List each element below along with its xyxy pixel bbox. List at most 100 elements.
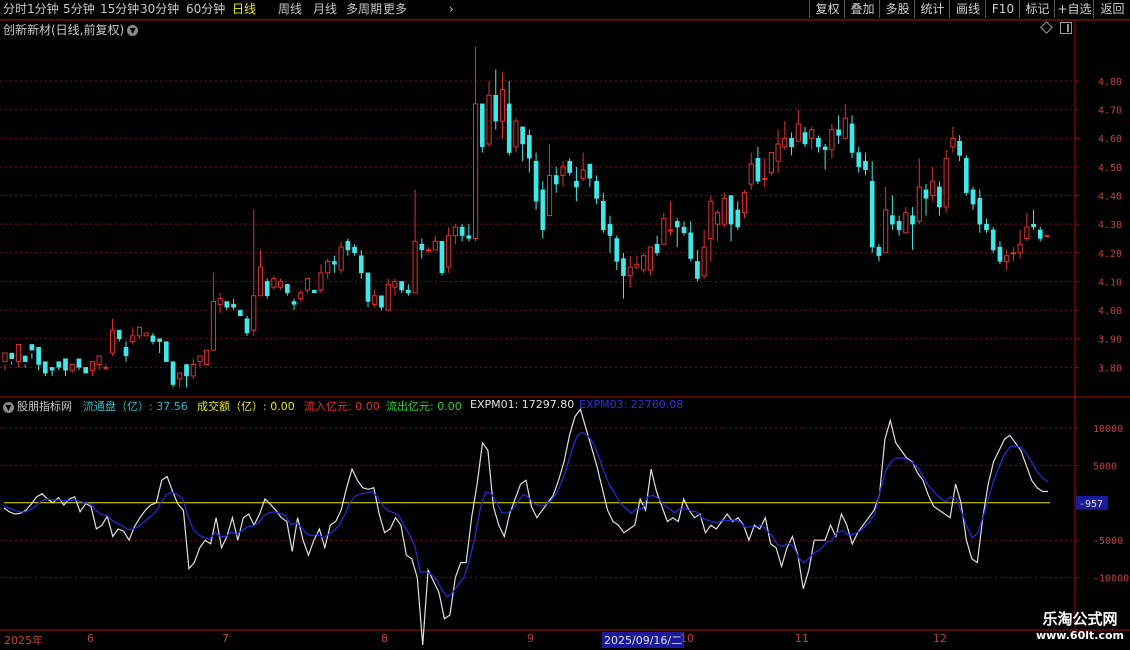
candle-body-up xyxy=(69,363,75,371)
candle-body-up xyxy=(667,229,674,232)
candle-body-down xyxy=(479,103,485,148)
candle-body-down xyxy=(997,246,1003,262)
candle-body-up xyxy=(318,272,324,291)
candle-body-down xyxy=(36,347,41,365)
indicator-item-0: 流通盘（亿）: 37.56 xyxy=(83,400,188,413)
candle-body-down xyxy=(76,358,82,368)
candle-body-down xyxy=(231,304,236,308)
candle-body-up xyxy=(641,255,647,271)
candle-body-down xyxy=(735,209,741,228)
candle-body-up xyxy=(715,212,721,225)
date-label-6: 10 xyxy=(680,632,694,645)
date-label-7: 11 xyxy=(795,632,809,645)
candle-body-down xyxy=(849,123,855,153)
candle-body-up xyxy=(883,209,889,254)
candle-body-up xyxy=(842,117,848,139)
candle-body-up xyxy=(809,129,815,139)
candle-body-down xyxy=(224,301,230,308)
candle-body-down xyxy=(654,243,660,254)
candle-body-up xyxy=(1044,235,1050,238)
date-label-8: 12 xyxy=(933,632,947,645)
candle-body-down xyxy=(311,289,317,294)
candle-body-down xyxy=(237,309,243,317)
candle-body-up xyxy=(190,363,196,377)
candle-body-up xyxy=(741,192,748,214)
candle-body-up xyxy=(546,174,553,217)
indicator-tick-label: -10000 xyxy=(1093,574,1129,585)
candle-body-up xyxy=(89,361,95,371)
candle-body-down xyxy=(681,226,687,234)
candle-body-down xyxy=(674,221,680,228)
candle-body-down xyxy=(399,281,404,291)
candle-body-up xyxy=(278,280,284,288)
candle-body-down xyxy=(466,235,472,239)
indicator-title[interactable]: ▼ 股朋指标网 xyxy=(3,398,72,414)
candle-body-down xyxy=(22,355,28,362)
candle-body-up xyxy=(627,266,633,277)
candle-body-down xyxy=(876,246,882,256)
candle-body-down xyxy=(150,335,156,342)
candle-body-up xyxy=(338,246,344,271)
candle-body-down xyxy=(520,126,525,145)
candle-body-up xyxy=(2,352,8,363)
chevron-down-icon[interactable]: ▼ xyxy=(3,401,14,413)
candle-body-up xyxy=(762,177,768,180)
candle-body-down xyxy=(244,318,250,334)
candle-body-up xyxy=(446,235,452,268)
candle-body-down xyxy=(345,241,351,251)
current-value-label: -957 xyxy=(1079,499,1103,510)
candle-body-down xyxy=(816,137,821,148)
candle-body-up xyxy=(143,332,149,337)
candle-body-up xyxy=(950,137,956,148)
candle-body-down xyxy=(264,281,270,297)
price-tick-label: 4.20 xyxy=(1098,249,1122,260)
indicator-tick-label: 5000 xyxy=(1093,461,1117,472)
candle-body-down xyxy=(379,295,384,308)
candle-body-down xyxy=(291,301,297,305)
candle-body-down xyxy=(1037,229,1043,239)
candle-body-down xyxy=(822,146,828,150)
candle-body-down xyxy=(9,352,15,360)
candle-body-down xyxy=(184,364,189,377)
candle-body-down xyxy=(540,189,546,231)
candle-body-down xyxy=(332,261,337,265)
candle-body-down xyxy=(533,160,539,202)
candle-body-down xyxy=(869,180,875,248)
candle-body-down xyxy=(29,344,35,351)
candle-body-up xyxy=(210,300,216,351)
indicator-item-1: 成交额（亿）: 0.00 xyxy=(197,400,295,413)
price-tick-label: 3.90 xyxy=(1098,335,1122,346)
candle-body-down xyxy=(594,180,599,199)
candle-body-down xyxy=(970,189,976,205)
candle-body-down xyxy=(157,338,162,342)
candle-body-up xyxy=(304,278,311,291)
candle-body-down xyxy=(957,140,962,156)
candle-body-down xyxy=(984,223,989,231)
candle-body-up xyxy=(217,298,223,305)
date-label-1: 6 xyxy=(87,632,94,645)
price-tick-label: 4.00 xyxy=(1098,306,1122,317)
candle-body-up xyxy=(1024,226,1030,239)
candle-body-down xyxy=(352,246,357,254)
candle-body-down xyxy=(863,160,868,170)
candle-body-up xyxy=(103,366,109,369)
candle-body-up xyxy=(560,166,566,176)
candle-body-down xyxy=(836,129,841,136)
candle-body-down xyxy=(614,238,620,262)
candle-body-down xyxy=(506,103,512,153)
stock-chart[interactable]: 4.80 4.70 4.60 4.50 4.40 4.30 4.20 4.10 4.00 3.90… xyxy=(0,0,1130,650)
candle-body-up xyxy=(748,163,754,185)
candle-body-up xyxy=(634,263,640,268)
date-label-4: 9 xyxy=(527,632,534,645)
candle-body-up xyxy=(257,266,264,297)
candle-body-down xyxy=(63,358,68,371)
candle-body-up xyxy=(15,343,22,363)
candle-body-up xyxy=(130,335,136,343)
candle-body-down xyxy=(567,160,573,173)
candle-body-up xyxy=(452,226,458,237)
cursor-date-label: 2025/09/16/二 xyxy=(602,632,685,648)
candle-body-up xyxy=(916,186,922,222)
candle-body-down xyxy=(755,158,761,182)
indicator-item-2: 流入亿元: 0.00 xyxy=(304,400,380,413)
candle-body-down xyxy=(439,241,445,274)
